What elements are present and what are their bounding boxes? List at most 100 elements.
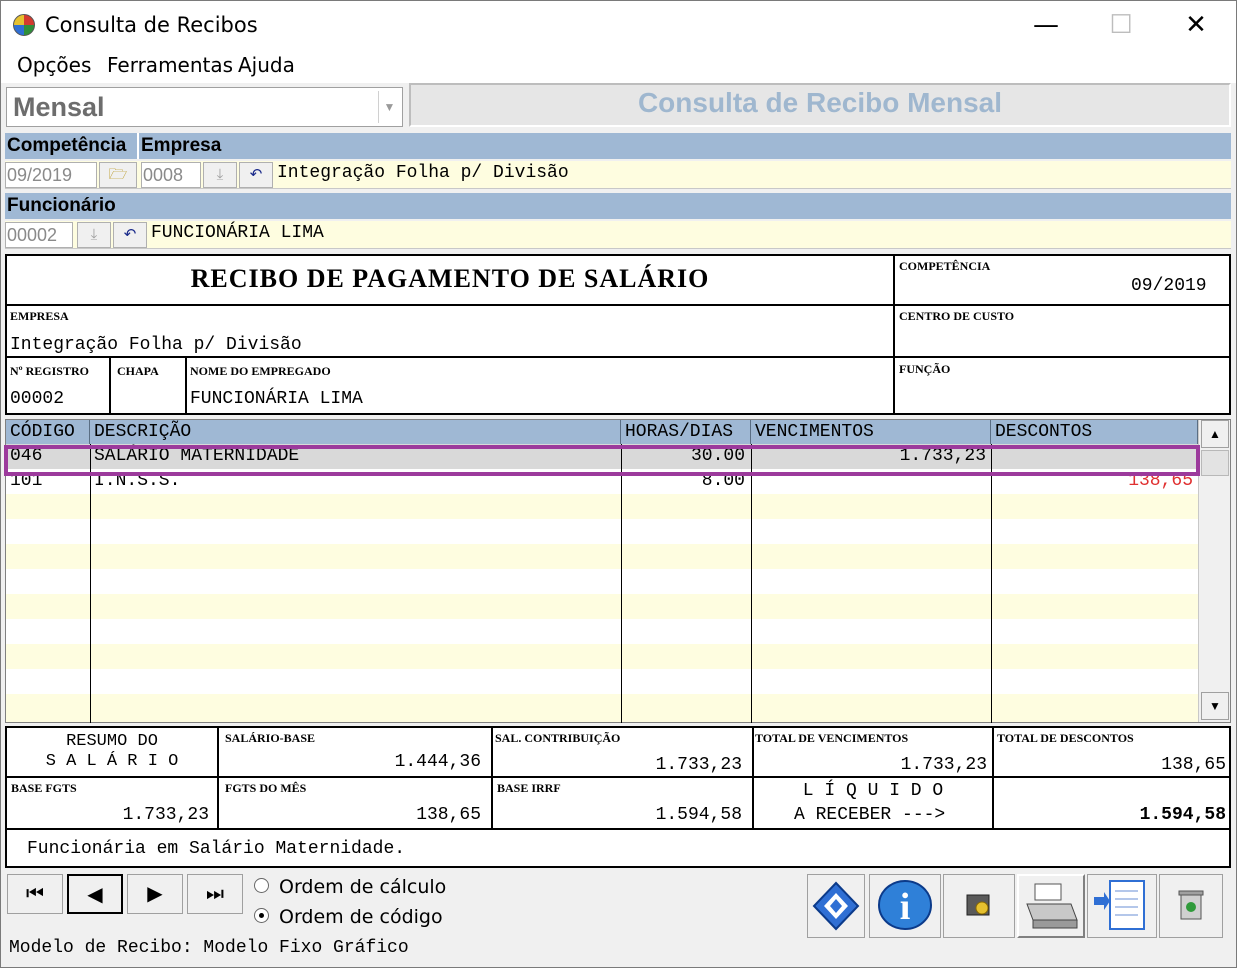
competencia-value: 09/2019 <box>1131 276 1207 296</box>
scroll-down-icon[interactable]: ▼ <box>1201 692 1229 720</box>
empresa-caption: EMPRESA <box>10 309 69 323</box>
resumo-subtitle: S A L Á R I O <box>45 752 179 771</box>
base-irrf-value: 1.594,58 <box>655 805 742 825</box>
total-venc-caption: TOTAL DE VENCIMENTOS <box>755 731 909 745</box>
registro-caption: Nº REGISTRO <box>10 364 89 378</box>
settings-icon[interactable] <box>943 874 1015 938</box>
filter-header: Competência Empresa <box>5 133 1231 159</box>
app-window: Consulta de Recibos — ☐ ✕ Opções Ferrame… <box>0 0 1237 968</box>
mode-select[interactable]: Mensal ▼ <box>6 87 403 127</box>
filter-row: 09/2019 🗁 0008 ⤓ ↶ Integração Folha p/ D… <box>5 161 1231 189</box>
table-row-empty <box>6 519 1198 544</box>
navigate-icon[interactable] <box>807 874 865 938</box>
order-calculo-radio[interactable]: Ordem de cálculo <box>254 876 446 898</box>
undo-icon[interactable]: ↶ <box>113 222 147 248</box>
receipt-title: RECIBO DE PAGAMENTO DE SALÁRIO <box>190 264 710 293</box>
previous-record-icon[interactable]: ◀ <box>67 874 123 914</box>
menu-ajuda[interactable]: Ajuda <box>238 53 295 77</box>
receipt-model-status: Modelo de Recibo: Modelo Fixo Gráfico <box>9 938 409 958</box>
liquido-value: 1.594,58 <box>1139 805 1226 825</box>
empresa-name: Integração Folha p/ Divisão <box>277 163 569 183</box>
download-icon[interactable]: ⤓ <box>77 222 111 248</box>
selected-row-highlight <box>4 445 1200 476</box>
col-horas[interactable]: HORAS/DIAS <box>621 420 751 444</box>
table-row-empty <box>6 644 1198 669</box>
total-desc-caption: TOTAL DE DESCONTOS <box>997 731 1134 745</box>
title-bar: Consulta de Recibos — ☐ ✕ <box>1 1 1236 47</box>
col-descontos[interactable]: DESCONTOS <box>991 420 1198 444</box>
export-document-icon[interactable] <box>1087 874 1157 938</box>
salario-base-value: 1.444,36 <box>394 752 481 772</box>
table-row-empty <box>6 669 1198 694</box>
funcionario-row: 00002 ⤓ ↶ FUNCIONÁRIA LIMA <box>5 221 1231 249</box>
order-calculo-label: Ordem de cálculo <box>279 876 447 898</box>
funcionario-code-field[interactable]: 00002 <box>5 222 73 248</box>
menu-ferramentas[interactable]: Ferramentas <box>107 53 233 77</box>
undo-icon[interactable]: ↶ <box>239 162 273 188</box>
menu-bar: Opções Ferramentas Ajuda <box>1 47 1236 83</box>
table-row-empty <box>6 619 1198 644</box>
printer-icon[interactable] <box>1017 874 1085 938</box>
order-codigo-label: Ordem de código <box>279 906 443 928</box>
nome-value: FUNCIONÁRIA LIMA <box>190 389 363 409</box>
liquido-title: L Í Q U I D O <box>802 781 944 801</box>
minimize-button[interactable]: — <box>1011 9 1081 41</box>
table-row-empty <box>6 694 1198 722</box>
base-fgts-caption: BASE FGTS <box>11 781 77 795</box>
total-venc-value: 1.733,23 <box>900 755 987 775</box>
order-codigo-radio[interactable]: Ordem de código <box>254 906 443 928</box>
window-title: Consulta de Recibos <box>45 13 258 37</box>
table-row-empty <box>6 569 1198 594</box>
mode-select-value: Mensal <box>13 92 105 122</box>
info-icon[interactable]: i <box>869 874 941 938</box>
competencia-field[interactable]: 09/2019 <box>5 162 97 188</box>
folder-open-icon[interactable]: 🗁 <box>99 162 137 188</box>
funcionario-name: FUNCIONÁRIA LIMA <box>151 223 324 243</box>
scroll-up-icon[interactable]: ▲ <box>1201 420 1229 448</box>
scroll-thumb[interactable] <box>1201 450 1229 476</box>
resumo-title: RESUMO DO <box>66 732 158 751</box>
radio-selected-icon[interactable] <box>254 908 269 923</box>
next-record-icon[interactable]: ▶ <box>127 874 183 914</box>
first-record-icon[interactable]: ⏮ <box>7 874 63 914</box>
recycle-bin-icon[interactable] <box>1159 874 1223 938</box>
table-row-empty <box>6 494 1198 519</box>
note-text: Funcionária em Salário Maternidade. <box>27 839 406 859</box>
empresa-code-field[interactable]: 0008 <box>141 162 201 188</box>
screen-title: Consulta de Recibo Mensal <box>637 87 1003 118</box>
table-row-empty <box>6 594 1198 619</box>
funcionario-label: Funcionário <box>7 195 116 216</box>
close-button[interactable]: ✕ <box>1161 9 1231 41</box>
last-record-icon[interactable]: ⏭ <box>187 874 243 914</box>
funcao-caption: FUNÇÃO <box>899 362 951 376</box>
svg-text:i: i <box>900 886 911 928</box>
liquido-subtitle: A RECEBER ---> <box>794 805 946 825</box>
radio-icon[interactable] <box>254 878 269 893</box>
summary-panel: RESUMO DO S A L Á R I O SALÁRIO-BASE 1.4… <box>5 726 1231 830</box>
registro-value: 00002 <box>10 389 65 409</box>
empresa-value: Integração Folha p/ Divisão <box>10 335 302 355</box>
centro-custo-caption: CENTRO DE CUSTO <box>899 309 1015 323</box>
col-vencimentos[interactable]: VENCIMENTOS <box>751 420 991 444</box>
funcionario-header: Funcionário <box>5 193 1231 219</box>
sal-contrib-caption: SAL. CONTRIBUIÇÃO <box>495 731 621 745</box>
col-descricao[interactable]: DESCRIÇÃO <box>90 420 621 444</box>
maximize-button[interactable]: ☐ <box>1086 9 1156 41</box>
screen-title-panel: Consulta de Recibo Mensal <box>409 83 1231 127</box>
salario-base-caption: SALÁRIO-BASE <box>225 731 316 745</box>
empresa-label: Empresa <box>141 135 222 156</box>
chapa-caption: CHAPA <box>117 364 159 378</box>
menu-opcoes[interactable]: Opções <box>17 53 91 77</box>
base-fgts-value: 1.733,23 <box>122 805 209 825</box>
base-irrf-caption: BASE IRRF <box>497 781 561 795</box>
download-icon[interactable]: ⤓ <box>203 162 237 188</box>
table-scrollbar[interactable]: ▲ ▼ <box>1198 420 1230 722</box>
chevron-down-icon[interactable]: ▼ <box>378 91 400 123</box>
receipt-header: RECIBO DE PAGAMENTO DE SALÁRIO COMPETÊNC… <box>5 254 1231 415</box>
total-desc-value: 138,65 <box>1161 755 1226 775</box>
app-icon <box>13 14 35 36</box>
competencia-label: Competência <box>7 135 127 156</box>
competencia-caption: COMPETÊNCIA <box>899 259 991 273</box>
nome-caption: NOME DO EMPREGADO <box>190 364 331 378</box>
col-codigo[interactable]: CÓDIGO <box>6 420 90 444</box>
